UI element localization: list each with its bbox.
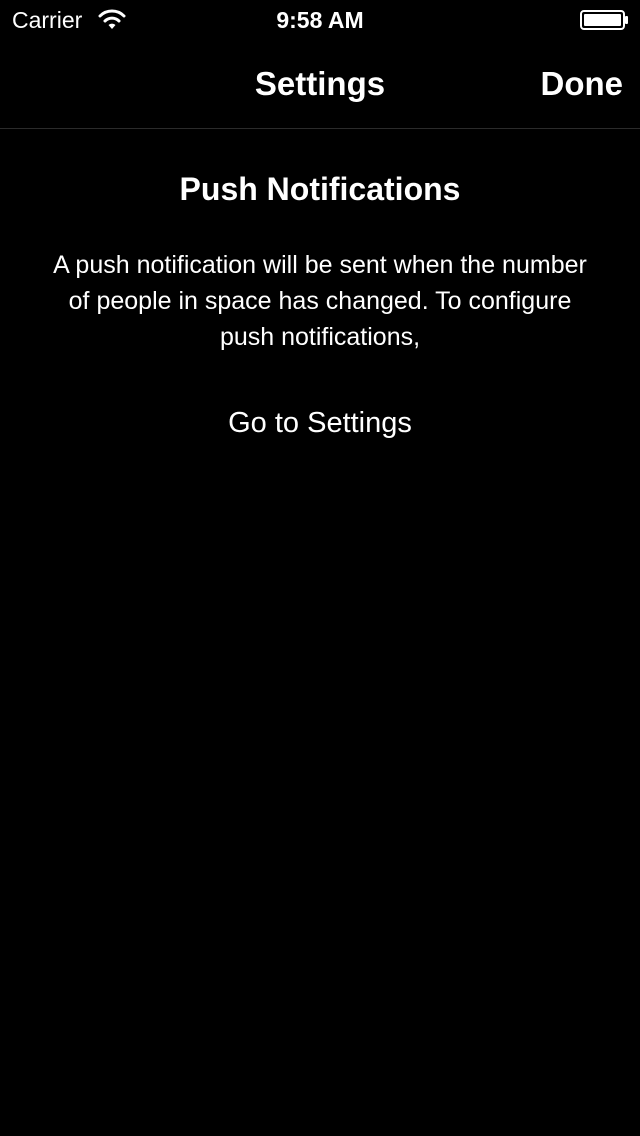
status-bar: Carrier 9:58 AM xyxy=(0,0,640,40)
done-button[interactable]: Done xyxy=(541,64,624,104)
status-time: 9:58 AM xyxy=(276,7,364,33)
navigation-bar: Settings Done xyxy=(0,40,640,129)
battery-icon xyxy=(580,10,628,30)
go-to-settings-button[interactable]: Go to Settings xyxy=(0,403,640,443)
description-text: A push notification will be sent when th… xyxy=(53,251,587,351)
section-heading: Push Notifications xyxy=(179,171,461,207)
